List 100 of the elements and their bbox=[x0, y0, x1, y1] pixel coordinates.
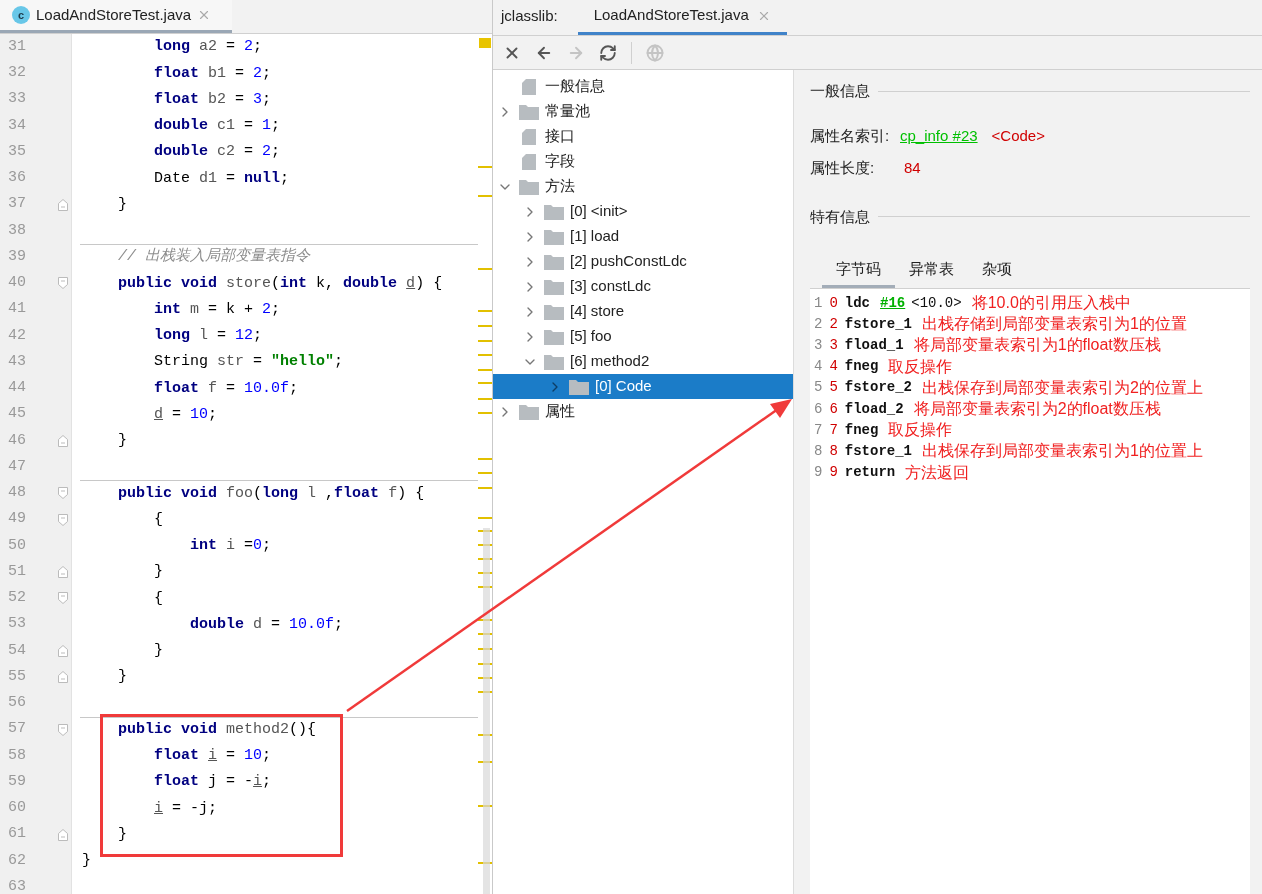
line-number: 58 bbox=[8, 745, 26, 766]
code-line: float b1 = 2; bbox=[154, 63, 272, 84]
folder-icon bbox=[544, 203, 564, 220]
code-line: int i =0; bbox=[190, 536, 272, 557]
line-number: 9 bbox=[814, 463, 823, 483]
line-number: 57 bbox=[8, 719, 26, 740]
code-line: long l = 12; bbox=[154, 326, 263, 347]
bytecode-offset: 2 bbox=[829, 314, 838, 334]
fold-marker-icon[interactable] bbox=[58, 671, 68, 683]
line-number: 60 bbox=[8, 798, 26, 819]
code-line: } bbox=[82, 851, 91, 872]
field-value: <Code> bbox=[991, 125, 1045, 146]
line-number: 40 bbox=[8, 273, 26, 294]
code-line: d = 10; bbox=[154, 404, 218, 425]
folder-icon bbox=[519, 103, 539, 120]
tree-label: [4] store bbox=[570, 301, 625, 322]
field-label: 属性名索引: bbox=[810, 125, 890, 146]
annotation-note: 出栈保存到局部变量表索引为1的位置上 bbox=[922, 441, 1203, 462]
tree-label: 方法 bbox=[545, 176, 575, 197]
detail-tab[interactable]: 异常表 bbox=[895, 258, 968, 288]
tree-item[interactable]: 常量池 bbox=[493, 99, 793, 124]
annotation-note: 出栈保存到局部变量表索引为2的位置上 bbox=[922, 377, 1203, 398]
detail-tab[interactable]: 杂项 bbox=[968, 258, 1026, 288]
refresh-icon[interactable] bbox=[599, 43, 617, 62]
tree-label: 接口 bbox=[545, 126, 575, 147]
fold-marker-icon[interactable] bbox=[58, 592, 68, 605]
line-number: 51 bbox=[8, 561, 26, 582]
class-file-icon: c bbox=[12, 6, 30, 24]
line-number: 55 bbox=[8, 666, 26, 687]
fold-marker-icon[interactable] bbox=[58, 513, 68, 526]
folder-icon bbox=[544, 328, 564, 345]
line-number: 5 bbox=[814, 378, 823, 398]
folder-icon bbox=[519, 178, 539, 195]
tab-title: LoadAndStoreTest.java bbox=[593, 5, 749, 26]
line-number: 52 bbox=[8, 588, 26, 609]
tree-item[interactable]: [5] foo bbox=[493, 324, 793, 349]
editor-tab[interactable]: c LoadAndStoreTest.java bbox=[0, 0, 232, 33]
code-line: float b2 = 3; bbox=[154, 89, 272, 110]
bytecode-instruction: fstore_1 bbox=[844, 314, 913, 334]
tree-label: 字段 bbox=[545, 151, 575, 172]
fold-marker-icon[interactable] bbox=[58, 723, 68, 736]
folder-icon bbox=[519, 403, 539, 420]
annotation-note: 将10.0的引用压入栈中 bbox=[971, 293, 1131, 314]
code-line: } bbox=[154, 562, 163, 583]
fold-marker-icon[interactable] bbox=[58, 198, 68, 211]
tree-item[interactable]: [3] constLdc bbox=[493, 274, 793, 299]
code-line: public void foo(long l ,float f) { bbox=[118, 483, 425, 504]
folder-icon bbox=[544, 303, 564, 320]
fold-marker-icon[interactable] bbox=[58, 828, 68, 841]
tree-item[interactable]: 属性 bbox=[493, 399, 793, 424]
line-number: 45 bbox=[8, 404, 26, 425]
line-number: 34 bbox=[8, 115, 26, 136]
code-line: double c1 = 1; bbox=[154, 116, 281, 137]
line-number: 32 bbox=[8, 63, 26, 84]
tree-item[interactable]: [0] Code bbox=[493, 374, 793, 399]
bytecode-instruction: return bbox=[844, 463, 896, 483]
code-line: Date d1 = null; bbox=[154, 168, 290, 189]
fold-marker-icon[interactable] bbox=[58, 644, 68, 657]
tree-item[interactable]: 方法 bbox=[493, 174, 793, 199]
tree-label: [0] <init> bbox=[570, 201, 628, 222]
tree-item[interactable]: [4] store bbox=[493, 299, 793, 324]
line-number: 50 bbox=[8, 535, 26, 556]
tree-item[interactable]: 字段 bbox=[493, 149, 793, 174]
bytecode-operand: <10.0> bbox=[911, 293, 962, 313]
tree-label: [3] constLdc bbox=[570, 276, 651, 297]
tree-label: [5] foo bbox=[570, 326, 612, 347]
tree-item[interactable]: 一般信息 bbox=[493, 74, 793, 99]
bytecode-instruction: fload_1 bbox=[844, 335, 904, 355]
code-line: // 出栈装入局部变量表指令 bbox=[118, 246, 310, 268]
folder-icon bbox=[544, 353, 564, 370]
fold-marker-icon[interactable] bbox=[58, 487, 68, 500]
line-number: 42 bbox=[8, 325, 26, 346]
code-line: } bbox=[118, 194, 127, 215]
tree-item[interactable]: [0] <init> bbox=[493, 199, 793, 224]
line-number: 54 bbox=[8, 640, 26, 661]
code-line: { bbox=[154, 509, 163, 530]
folder-icon bbox=[569, 378, 589, 395]
code-line: } bbox=[118, 824, 127, 845]
folder-icon bbox=[544, 253, 564, 270]
line-number: 7 bbox=[814, 420, 823, 440]
line-number: 35 bbox=[8, 141, 26, 162]
class-tab[interactable]: LoadAndStoreTest.java bbox=[577, 0, 787, 35]
bytecode-instruction: fstore_2 bbox=[844, 378, 913, 398]
fold-marker-icon[interactable] bbox=[58, 566, 68, 578]
line-number: 49 bbox=[8, 509, 26, 530]
fold-marker-icon[interactable] bbox=[58, 277, 68, 290]
folder-icon bbox=[544, 278, 564, 295]
tree-label: [1] load bbox=[570, 226, 620, 247]
code-line: } bbox=[118, 667, 127, 688]
file-icon bbox=[522, 153, 536, 170]
tree-item[interactable]: [2] pushConstLdc bbox=[493, 249, 793, 274]
tree-item[interactable]: [6] method2 bbox=[493, 349, 793, 374]
tree-item[interactable]: [1] load bbox=[493, 224, 793, 249]
line-number: 8 bbox=[814, 441, 823, 461]
code-line: public void store(int k, double d) { bbox=[118, 273, 443, 294]
annotation-note: 将局部变量表索引为2的float数压栈 bbox=[913, 399, 1161, 420]
tree-label: 常量池 bbox=[545, 101, 590, 122]
tree-label: [6] method2 bbox=[570, 351, 650, 372]
fold-marker-icon[interactable] bbox=[58, 434, 68, 447]
tree-item[interactable]: 接口 bbox=[493, 124, 793, 149]
